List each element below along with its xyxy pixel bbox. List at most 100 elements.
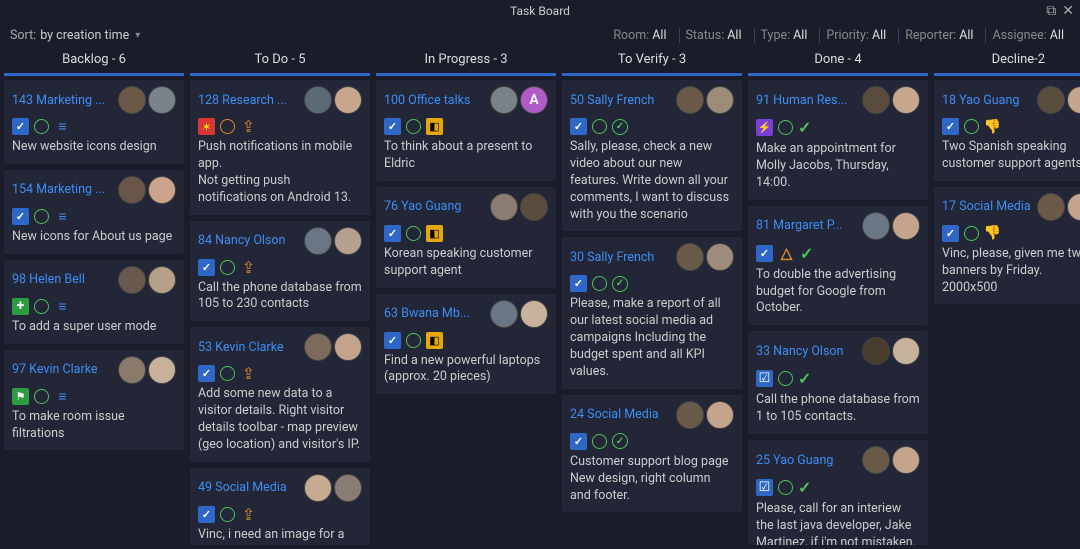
restore-icon[interactable]: ⧉ (1046, 3, 1056, 19)
column-header[interactable]: Decline-2 (934, 48, 1080, 76)
card-title[interactable]: 53 Kevin Clarke (198, 340, 298, 355)
column-header[interactable]: To Do - 5 (190, 48, 370, 76)
card-title[interactable]: 100 Office talks (384, 93, 484, 108)
avatar[interactable] (118, 86, 146, 114)
card-title[interactable]: 143 Marketing ... (12, 93, 112, 108)
avatar[interactable] (862, 86, 890, 114)
task-card[interactable]: 81 Margaret P...To double the advertisin… (748, 206, 928, 326)
avatar[interactable] (334, 474, 362, 502)
avatar[interactable] (1067, 193, 1080, 221)
avatar[interactable]: A (520, 86, 548, 114)
filter-item[interactable]: Priority:All (819, 28, 892, 43)
task-card[interactable]: 50 Sally FrenchSally, please, check a ne… (562, 80, 742, 231)
column-header[interactable]: Backlog - 6 (4, 48, 184, 76)
card-title[interactable]: 17 Social Media (942, 199, 1031, 214)
avatar[interactable] (706, 401, 734, 429)
avatar[interactable] (118, 176, 146, 204)
card-title[interactable]: 76 Yao Guang (384, 199, 484, 214)
avatar[interactable] (892, 86, 920, 114)
card-title[interactable]: 128 Research ... (198, 93, 298, 108)
filter-item[interactable]: Type:All (754, 28, 814, 43)
task-card[interactable]: 143 Marketing ...New website icons desig… (4, 80, 184, 164)
avatar[interactable] (334, 333, 362, 361)
avatar[interactable] (1067, 86, 1080, 114)
close-icon[interactable]: ✕ (1062, 3, 1074, 19)
avatar[interactable] (520, 193, 548, 221)
card-title[interactable]: 98 Helen Bell (12, 272, 112, 287)
avatar[interactable] (118, 266, 146, 294)
avatar[interactable] (304, 333, 332, 361)
card-title[interactable]: 18 Yao Guang (942, 93, 1031, 108)
card-title[interactable]: 25 Yao Guang (756, 453, 856, 468)
task-card[interactable]: 25 Yao GuangPlease, call for an interiew… (748, 440, 928, 545)
card-title[interactable]: 49 Social Media (198, 480, 298, 495)
column-header[interactable]: In Progress - 3 (376, 48, 556, 76)
avatar[interactable] (676, 243, 704, 271)
avatar[interactable] (334, 86, 362, 114)
sort-dropdown[interactable]: Sort: by creation time ▾ (10, 28, 140, 43)
avatar[interactable] (706, 86, 734, 114)
avatar[interactable] (892, 337, 920, 365)
task-card[interactable]: 154 Marketing ...New icons for About us … (4, 170, 184, 254)
column-header[interactable]: Done - 4 (748, 48, 928, 76)
task-card[interactable]: 24 Social MediaCustomer support blog pag… (562, 395, 742, 513)
avatar[interactable] (304, 474, 332, 502)
column-header[interactable]: To Verify - 3 (562, 48, 742, 76)
avatar-group (304, 333, 362, 361)
avatar[interactable] (490, 300, 518, 328)
avatar[interactable] (148, 86, 176, 114)
avatar[interactable] (148, 356, 176, 384)
card-title[interactable]: 24 Social Media (570, 407, 670, 422)
card-title[interactable]: 63 Bwana Mb... (384, 306, 484, 321)
card-title[interactable]: 84 Nancy Olson (198, 233, 298, 248)
avatar-group (676, 401, 734, 429)
avatar[interactable] (706, 243, 734, 271)
avatar[interactable] (892, 446, 920, 474)
task-card[interactable]: 97 Kevin ClarkeTo make room issue filtra… (4, 350, 184, 451)
card-title[interactable]: 97 Kevin Clarke (12, 362, 112, 377)
task-card[interactable]: 53 Kevin ClarkeAdd some new data to a vi… (190, 327, 370, 462)
avatar[interactable] (862, 446, 890, 474)
avatar[interactable] (676, 401, 704, 429)
filter-item[interactable]: Room:All (607, 28, 672, 43)
avatar[interactable] (1037, 193, 1065, 221)
avatar[interactable] (148, 176, 176, 204)
avatar[interactable] (862, 337, 890, 365)
avatar[interactable] (892, 212, 920, 240)
filter-item[interactable]: Status:All (679, 28, 748, 43)
avatar[interactable] (334, 227, 362, 255)
card-title[interactable]: 81 Margaret P... (756, 218, 856, 233)
task-card[interactable]: 91 Human Res...Make an appointment for M… (748, 80, 928, 200)
task-card[interactable]: 128 Research ...Push notifications in mo… (190, 80, 370, 215)
card-title[interactable]: 50 Sally French (570, 93, 670, 108)
task-card[interactable]: 98 Helen BellTo add a super user mode (4, 260, 184, 344)
task-card[interactable]: 84 Nancy OlsonCall the phone database fr… (190, 221, 370, 322)
card-title[interactable]: 33 Nancy Olson (756, 344, 856, 359)
avatar[interactable] (148, 266, 176, 294)
avatar[interactable] (676, 86, 704, 114)
card-title[interactable]: 154 Marketing ... (12, 182, 112, 197)
avatar[interactable] (1037, 86, 1065, 114)
task-card[interactable]: 17 Social MediaVinc, please, given me tw… (934, 187, 1080, 305)
avatar[interactable] (118, 356, 146, 384)
avatar[interactable] (490, 86, 518, 114)
card-title[interactable]: 30 Sally French (570, 250, 670, 265)
filter-item[interactable]: Assignee:All (985, 28, 1070, 43)
task-card[interactable]: 33 Nancy OlsonCall the phone database fr… (748, 331, 928, 434)
card-header: 84 Nancy Olson (198, 227, 362, 255)
task-card[interactable]: 18 Yao GuangTwo Spanish speaking custome… (934, 80, 1080, 181)
avatar[interactable] (304, 227, 332, 255)
task-card[interactable]: 100 Office talksATo think about a presen… (376, 80, 556, 181)
task-card[interactable]: 30 Sally FrenchPlease, make a report of … (562, 237, 742, 388)
avatar-group (490, 300, 548, 328)
avatar[interactable] (304, 86, 332, 114)
task-card[interactable]: 49 Social MediaVinc, i need an image for… (190, 468, 370, 545)
avatar[interactable] (520, 300, 548, 328)
avatar[interactable] (490, 193, 518, 221)
card-title[interactable]: 91 Human Res... (756, 93, 856, 108)
card-list: 91 Human Res...Make an appointment for M… (748, 80, 928, 545)
avatar[interactable] (862, 212, 890, 240)
task-card[interactable]: 76 Yao GuangKorean speaking customer sup… (376, 187, 556, 288)
task-card[interactable]: 63 Bwana Mb...Find a new powerful laptop… (376, 294, 556, 395)
filter-item[interactable]: Reporter:All (898, 28, 979, 43)
